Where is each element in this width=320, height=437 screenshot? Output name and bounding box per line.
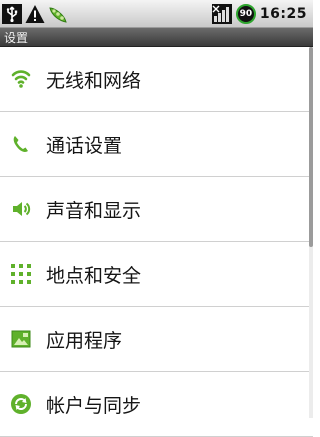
- settings-item-location-security[interactable]: 地点和安全: [0, 242, 313, 307]
- battery-icon: 90: [235, 3, 256, 24]
- usb-icon: [2, 3, 22, 24]
- applications-icon: [10, 328, 32, 350]
- settings-item-label: 通话设置: [46, 134, 123, 157]
- status-bar-notifications[interactable]: [2, 3, 68, 24]
- wifi-icon: [10, 68, 32, 90]
- settings-item-wireless[interactable]: 无线和网络: [0, 47, 313, 112]
- scrollbar-thumb[interactable]: [309, 47, 313, 247]
- status-bar: 90 16:25: [0, 0, 313, 28]
- signal-bars-icon: [211, 3, 232, 24]
- title-bar: 设置: [0, 28, 313, 47]
- warning-icon: [25, 4, 45, 23]
- settings-item-call[interactable]: 通话设置: [0, 112, 313, 177]
- page-title: 设置: [4, 31, 29, 45]
- speaker-icon: [10, 198, 32, 220]
- settings-list: 无线和网络 通话设置 声音和显示 地点和安全 应用程序 帐户与同步: [0, 47, 313, 437]
- settings-item-label: 声音和显示: [46, 199, 142, 222]
- settings-item-label: 应用程序: [46, 329, 123, 352]
- clock: 16:25: [259, 5, 307, 22]
- status-bar-system: 90 16:25: [211, 2, 307, 25]
- settings-item-applications[interactable]: 应用程序: [0, 307, 313, 372]
- settings-item-label: 地点和安全: [46, 264, 142, 287]
- settings-item-sound-display[interactable]: 声音和显示: [0, 177, 313, 242]
- sync-icon: [10, 393, 32, 415]
- battery-level: 90: [239, 8, 253, 19]
- settings-item-accounts-sync[interactable]: 帐户与同步: [0, 372, 313, 437]
- settings-item-label: 无线和网络: [46, 69, 142, 92]
- settings-item-label: 帐户与同步: [46, 394, 142, 417]
- phone-icon: [10, 133, 32, 155]
- grid-dots-icon: [10, 263, 32, 285]
- pea-app-icon: [49, 6, 67, 23]
